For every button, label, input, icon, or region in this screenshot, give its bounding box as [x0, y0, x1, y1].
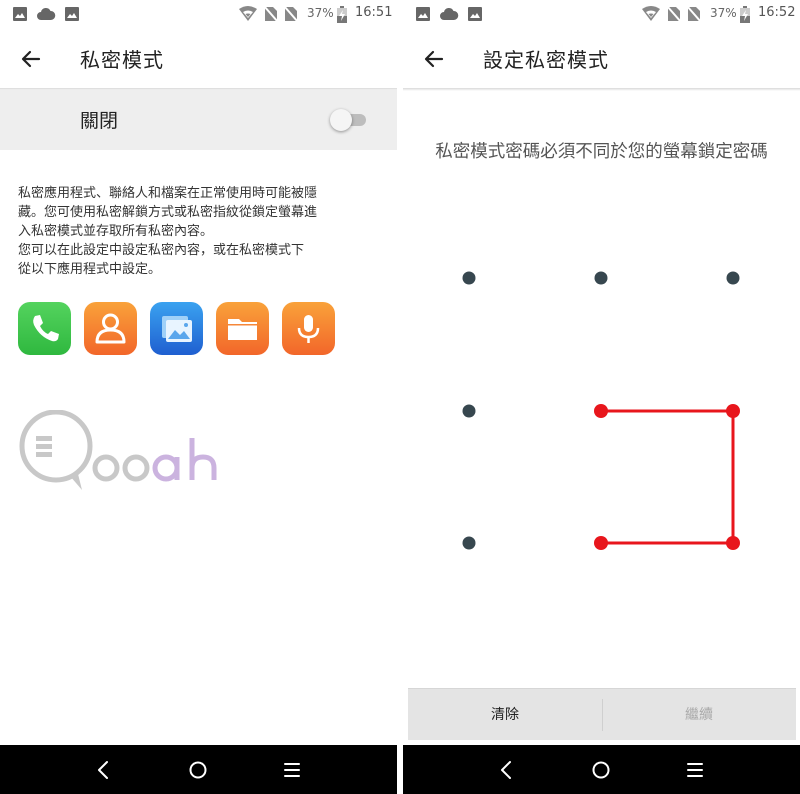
- image-notification-icon: [467, 6, 483, 26]
- app-bar: 設定私密模式: [403, 28, 800, 88]
- private-mode-toggle-row[interactable]: 關閉: [0, 90, 397, 150]
- pattern-dot[interactable]: [594, 271, 608, 285]
- action-bar: 清除 繼續: [408, 688, 796, 740]
- app-bar: 私密模式: [0, 28, 397, 88]
- pattern-dot[interactable]: [462, 271, 476, 285]
- status-bar: 37% 16:52: [403, 0, 800, 28]
- description-line: 您可以在此設定中設定私密內容，或在私密模式下: [18, 243, 305, 258]
- page-title: 私密模式: [80, 48, 164, 72]
- pattern-hint: 私密模式密碼必須不同於您的螢幕鎖定密碼: [435, 142, 768, 162]
- nav-back-icon[interactable]: [91, 757, 117, 783]
- pattern-dot-selected[interactable]: [726, 404, 740, 418]
- sound-recorder-icon[interactable]: [282, 302, 335, 355]
- clock: 16:51: [355, 5, 393, 20]
- pattern-canvas[interactable]: [403, 240, 800, 580]
- no-sim-icon: [283, 5, 299, 26]
- image-notification-icon: [64, 6, 80, 26]
- pattern-dot-selected[interactable]: [726, 536, 740, 550]
- nav-home-icon[interactable]: [588, 757, 614, 783]
- image-notification-icon: [415, 6, 431, 26]
- pattern-dot[interactable]: [462, 536, 476, 550]
- back-arrow-icon[interactable]: [16, 44, 46, 74]
- battery-charging-icon: [740, 6, 750, 27]
- continue-button[interactable]: 繼續: [602, 689, 796, 741]
- clear-button[interactable]: 清除: [408, 689, 602, 741]
- pattern-dot-selected[interactable]: [594, 536, 608, 550]
- navigation-bar: [0, 745, 397, 794]
- nav-home-icon[interactable]: [185, 757, 211, 783]
- no-sim-icon: [686, 5, 702, 26]
- pattern-dot[interactable]: [726, 271, 740, 285]
- nav-menu-icon[interactable]: [682, 757, 708, 783]
- battery-charging-icon: [337, 6, 347, 27]
- app-bar-shadow: [403, 88, 800, 91]
- pattern-path: [601, 409, 735, 545]
- battery-percent: 37%: [710, 6, 737, 20]
- pattern-dot[interactable]: [462, 404, 476, 418]
- qooah-watermark: [18, 409, 228, 490]
- nav-menu-icon[interactable]: [279, 757, 305, 783]
- no-sim-icon: [263, 5, 279, 26]
- back-arrow-icon[interactable]: [419, 44, 449, 74]
- pattern-dot-selected[interactable]: [594, 404, 608, 418]
- image-notification-icon: [12, 6, 28, 26]
- navigation-bar: [403, 745, 800, 794]
- clock: 16:52: [758, 5, 796, 20]
- toggle-label: 關閉: [80, 110, 119, 132]
- description: 私密應用程式、聯絡人和檔案在正常使用時可能被隱 藏。您可使用私密解鎖方式或私密指…: [18, 184, 380, 279]
- file-manager-icon[interactable]: [216, 302, 269, 355]
- page-title: 設定私密模式: [483, 48, 609, 72]
- phone-icon[interactable]: [18, 302, 71, 355]
- no-sim-icon: [666, 5, 682, 26]
- switch-thumb: [330, 109, 352, 131]
- right-phone-screen: 37% 16:52 設定私密模式 私密模式密碼必須不同於您的螢幕鎖定密碼 清除 …: [403, 0, 800, 794]
- wifi-icon: [238, 6, 258, 26]
- description-line: 私密應用程式、聯絡人和檔案在正常使用時可能被隱: [18, 186, 318, 201]
- battery-percent: 37%: [307, 6, 334, 20]
- private-mode-switch[interactable]: [330, 109, 368, 131]
- nav-back-icon[interactable]: [494, 757, 520, 783]
- wifi-icon: [641, 6, 661, 26]
- left-phone-screen: 37% 16:51 私密模式 關閉 私密應用程式、聯絡人和檔案在正常使用時可能被…: [0, 0, 397, 794]
- description-line: 入私密模式並存取所有私密內容。: [18, 224, 214, 239]
- cloud-icon: [439, 6, 459, 26]
- contacts-icon[interactable]: [84, 302, 137, 355]
- gallery-icon[interactable]: [150, 302, 203, 355]
- unlock-pattern-grid[interactable]: [403, 240, 800, 580]
- status-bar: 37% 16:51: [0, 0, 397, 28]
- cloud-icon: [36, 6, 56, 26]
- app-list: [18, 302, 358, 356]
- description-line: 藏。您可使用私密解鎖方式或私密指紋從鎖定螢幕進: [18, 205, 318, 220]
- description-line: 從以下應用程式中設定。: [18, 262, 162, 277]
